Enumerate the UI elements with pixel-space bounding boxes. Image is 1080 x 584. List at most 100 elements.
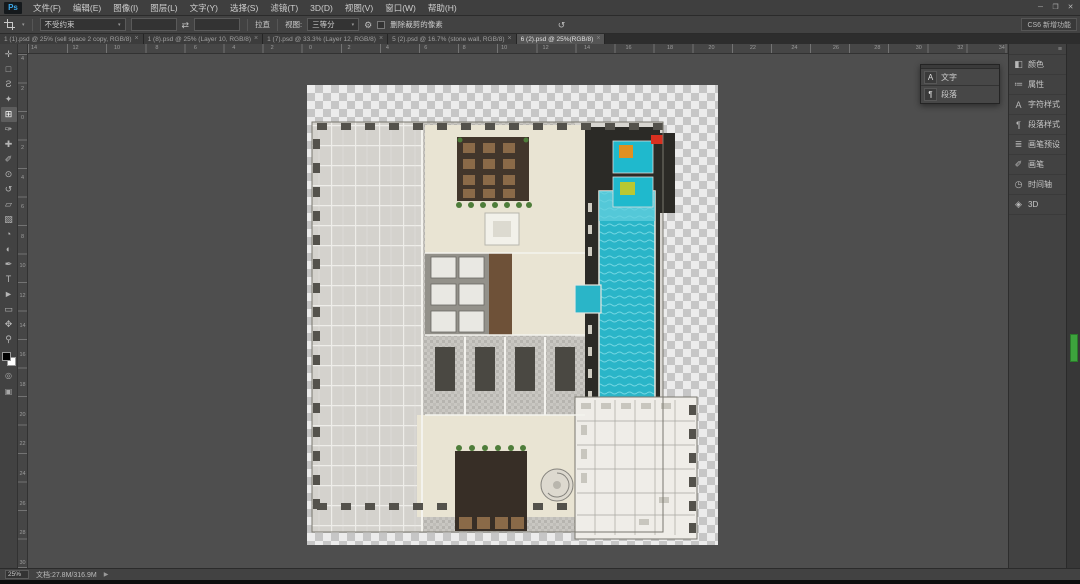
brush-presets-panel[interactable]: ≣画笔预设 — [1009, 135, 1066, 155]
green-indicator[interactable] — [1070, 334, 1078, 362]
hand-tool[interactable]: ✥ — [1, 317, 17, 332]
swap-dimensions-icon[interactable]: ⇄ — [182, 18, 190, 32]
tab-title: 6 (2).psd @ 25%(RGB/8) — [521, 36, 594, 43]
marquee-tool[interactable]: □ — [1, 62, 17, 77]
zoom-level-field[interactable]: 25% — [5, 570, 29, 579]
red-accent — [651, 135, 663, 144]
crop-tool[interactable]: ⊞ — [1, 107, 17, 122]
brush-panel[interactable]: ✐画笔 — [1009, 155, 1066, 175]
quick-mask-button[interactable]: ◎ — [1, 369, 17, 382]
brush-tool[interactable]: ✐ — [1, 152, 17, 167]
reset-crop-icon[interactable]: ↺ — [558, 18, 566, 32]
properties-panel-icon: ≔ — [1013, 79, 1024, 90]
zoom-tool[interactable]: ⚲ — [1, 332, 17, 347]
menu-item-10[interactable]: 帮助(H) — [422, 0, 463, 16]
properties-panel[interactable]: ≔属性 — [1009, 75, 1066, 95]
tab-close-icon[interactable]: × — [254, 34, 258, 44]
ruler-number: 30 — [916, 44, 922, 52]
vertical-ruler[interactable]: 42024681012141618202224262830 — [18, 54, 28, 568]
clone-stamp-tool[interactable]: ⊙ — [1, 167, 17, 182]
menu-item-9[interactable]: 窗口(W) — [379, 0, 422, 16]
ruler-number: 26 — [833, 44, 839, 52]
dock-header[interactable]: ≡ — [1009, 44, 1066, 55]
crop-height-input[interactable] — [194, 18, 240, 31]
document-tab-2[interactable]: 1 (7).psd @ 33.3% (Layer 12, RGB/8)× — [263, 34, 388, 44]
floor-plan-document[interactable] — [307, 85, 718, 545]
pen-tool[interactable]: ✒ — [1, 257, 17, 272]
workspace-switcher[interactable]: CS6 新增功能 — [1021, 18, 1077, 31]
threed-panel[interactable]: ◈3D — [1009, 195, 1066, 215]
document-tab-1[interactable]: 1 (8).psd @ 25% (Layer 10, RGB/8)× — [144, 34, 264, 44]
brush-panel-icon: ✐ — [1013, 159, 1024, 170]
paragraph-styles-panel[interactable]: ¶段落样式 — [1009, 115, 1066, 135]
character-styles-panel[interactable]: A字符样式 — [1009, 95, 1066, 115]
tab-close-icon[interactable]: × — [596, 34, 600, 44]
screen-mode-button[interactable]: ▣ — [1, 385, 17, 398]
crop-view-dropdown[interactable]: 三等分 ▾ — [307, 18, 359, 31]
dock-edge-strip — [1066, 44, 1080, 568]
menu-item-4[interactable]: 文字(Y) — [184, 0, 224, 16]
ruler-number: 24 — [791, 44, 797, 52]
tab-title: 1 (8).psd @ 25% (Layer 10, RGB/8) — [148, 36, 251, 43]
canvas-pasteboard[interactable]: A文字¶段落 — [28, 54, 1008, 568]
blur-tool[interactable]: ◔ — [1, 227, 17, 242]
ruler-number: 30 — [18, 560, 27, 566]
ruler-number: 10 — [114, 44, 120, 52]
tab-close-icon[interactable]: × — [379, 34, 383, 44]
crop-constraint-dropdown[interactable]: 不受约束 ▾ — [40, 18, 126, 31]
menu-item-3[interactable]: 图层(L) — [144, 0, 183, 16]
history-brush-tool[interactable]: ↺ — [1, 182, 17, 197]
tab-close-icon[interactable]: × — [135, 34, 139, 44]
crop-width-input[interactable] — [131, 18, 177, 31]
ruler-number: 2 — [347, 44, 350, 52]
tool-preset-caret-icon[interactable]: ▾ — [22, 22, 25, 28]
shape-tool[interactable]: ▭ — [1, 302, 17, 317]
window-control-2[interactable]: ✕ — [1063, 0, 1078, 16]
color-panel[interactable]: ◧颜色 — [1009, 55, 1066, 75]
document-tab-4[interactable]: 6 (2).psd @ 25%(RGB/8)× — [517, 34, 606, 44]
timeline-panel[interactable]: ◷时间轴 — [1009, 175, 1066, 195]
eraser-tool[interactable]: ▱ — [1, 197, 17, 212]
window-control-0[interactable]: ─ — [1033, 0, 1048, 16]
quick-selection-tool[interactable]: ✦ — [1, 92, 17, 107]
dodge-tool[interactable]: ◐ — [1, 242, 17, 257]
document-tab-0[interactable]: 1 (1).psd @ 25% (sell space 2 copy, RGB/… — [0, 34, 144, 44]
menu-item-6[interactable]: 滤镜(T) — [264, 0, 304, 16]
photoshop-window: Ps 文件(F)编辑(E)图像(I)图层(L)文字(Y)选择(S)滤镜(T)3D… — [0, 0, 1080, 584]
move-tool[interactable]: ✛ — [1, 47, 17, 62]
delete-cropped-pixels-checkbox[interactable] — [377, 21, 385, 29]
lasso-tool[interactable]: Ƨ — [1, 77, 17, 92]
ruler-number: 6 — [18, 204, 27, 210]
crop-settings-gear-icon[interactable]: ⚙ — [364, 18, 372, 32]
menu-item-2[interactable]: 图像(I) — [107, 0, 144, 16]
tab-close-icon[interactable]: × — [508, 34, 512, 44]
eyedropper-tool[interactable]: ✑ — [1, 122, 17, 137]
horizontal-ruler[interactable]: 1412108642024681012141618202224262830323… — [28, 44, 1008, 54]
window-control-1[interactable]: ❐ — [1048, 0, 1063, 16]
foreground-color-swatch[interactable] — [2, 352, 11, 361]
crop-tool-preset-icon[interactable] — [4, 19, 15, 30]
healing-brush-tool[interactable]: ✚ — [1, 137, 17, 152]
ruler-number: 18 — [667, 44, 673, 52]
status-options-arrow-icon[interactable]: ▶ — [104, 571, 109, 578]
menu-item-8[interactable]: 视图(V) — [339, 0, 379, 16]
straighten-button[interactable]: 拉直 — [255, 19, 270, 30]
path-selection-tool[interactable]: ► — [1, 287, 17, 302]
menu-bar: Ps 文件(F)编辑(E)图像(I)图层(L)文字(Y)选择(S)滤镜(T)3D… — [0, 0, 1080, 16]
menu-item-7[interactable]: 3D(D) — [304, 0, 339, 16]
menu-item-0[interactable]: 文件(F) — [27, 0, 67, 16]
dock-menu-icon[interactable]: ≡ — [1058, 46, 1062, 53]
character-styles-panel-label: 字符样式 — [1028, 99, 1060, 110]
menu-item-5[interactable]: 选择(S) — [224, 0, 264, 16]
type-tool[interactable]: T — [1, 272, 17, 287]
character-panel[interactable]: A文字 — [921, 69, 999, 86]
menu-item-1[interactable]: 编辑(E) — [67, 0, 107, 16]
tab-title: 5 (2).psd @ 16.7% (stone wall, RGB/8) — [392, 36, 504, 43]
paragraph-panel[interactable]: ¶段落 — [921, 86, 999, 103]
gradient-tool[interactable]: ▧ — [1, 212, 17, 227]
tab-title: 1 (7).psd @ 33.3% (Layer 12, RGB/8) — [267, 36, 376, 43]
ruler-number: 6 — [424, 44, 427, 52]
separator — [247, 19, 248, 31]
document-tab-3[interactable]: 5 (2).psd @ 16.7% (stone wall, RGB/8) × — [388, 34, 517, 44]
ruler-number: 6 — [194, 44, 197, 52]
